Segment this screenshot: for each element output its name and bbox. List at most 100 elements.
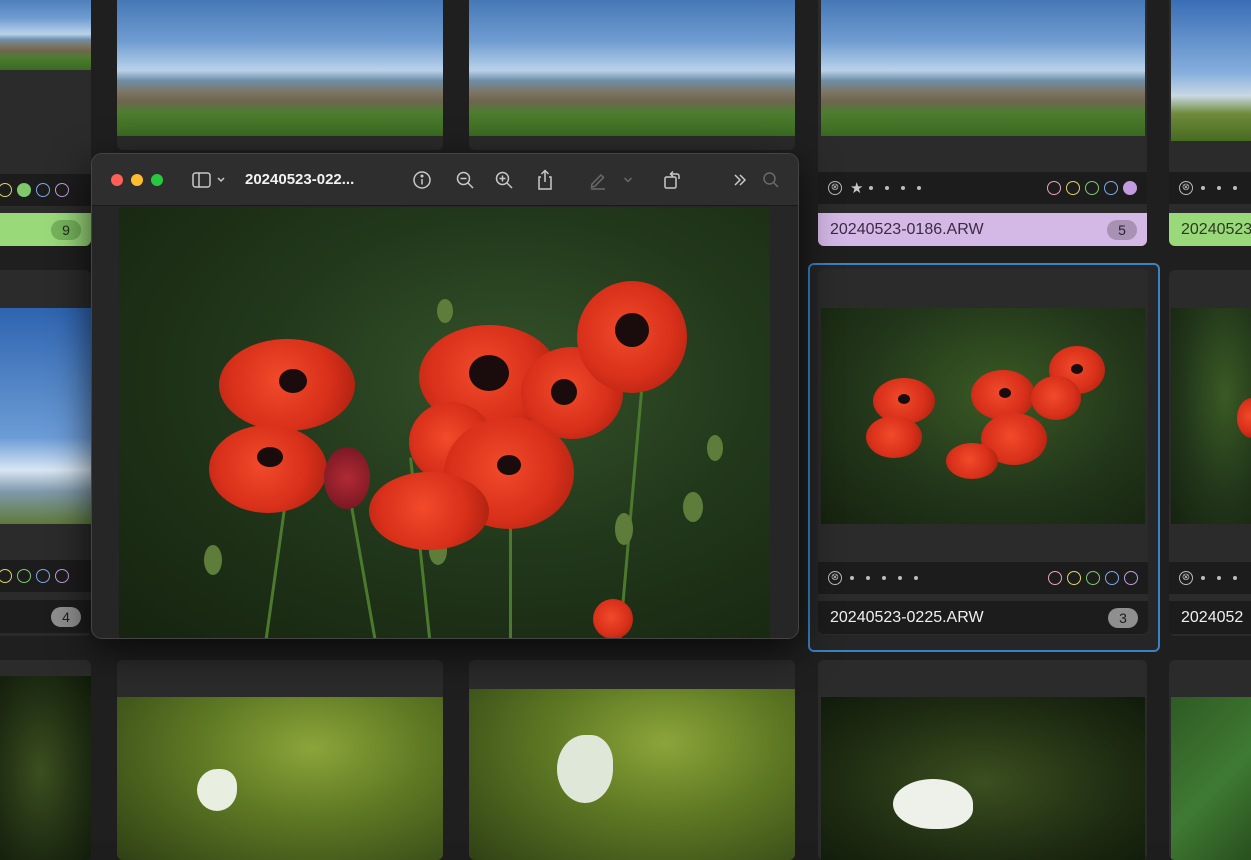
minimize-button[interactable] xyxy=(131,174,143,186)
reject-icon[interactable]: ⊗ xyxy=(828,181,842,195)
version-count-badge: 4 xyxy=(51,606,81,627)
sidebar-icon[interactable] xyxy=(190,168,226,192)
blue-label-icon[interactable] xyxy=(36,569,50,583)
rating-dot-icon[interactable] xyxy=(901,186,906,190)
purple-label-icon[interactable] xyxy=(55,569,69,583)
rating-dot-icon[interactable] xyxy=(869,186,874,190)
rating-dot-icon[interactable] xyxy=(1217,186,1221,190)
poppy-flower xyxy=(866,416,922,458)
green-label-icon[interactable] xyxy=(17,183,31,197)
thumbnail-image[interactable] xyxy=(1171,0,1251,141)
blue-label-icon[interactable] xyxy=(1104,181,1118,195)
thumbnail-image[interactable] xyxy=(821,697,1145,860)
quick-look-window[interactable]: 20240523-022... xyxy=(91,153,799,639)
grid-cell-top-right-1[interactable]: ⊗ ★ 20240523-0186.ARW 5 xyxy=(818,0,1147,246)
rating-dot-icon[interactable] xyxy=(1233,576,1237,580)
grid-cell-mid-right-2[interactable]: ⊗ 2024052 xyxy=(1169,270,1251,636)
rating-dot-icon[interactable] xyxy=(1201,576,1205,580)
share-icon[interactable] xyxy=(533,168,557,192)
poppy-center xyxy=(279,369,307,393)
rating-dot-icon[interactable] xyxy=(866,576,870,580)
red-label-icon[interactable] xyxy=(1047,181,1061,195)
search-icon[interactable] xyxy=(759,168,783,192)
filename-label: 20240523 xyxy=(1181,220,1251,238)
thumbnail-image[interactable] xyxy=(1171,697,1251,860)
poppy-flower xyxy=(369,472,489,550)
poppy-bud xyxy=(683,492,703,522)
rating-dot-icon[interactable] xyxy=(885,186,890,190)
thumbnail-image[interactable] xyxy=(1171,308,1251,524)
blue-label-icon[interactable] xyxy=(36,183,50,197)
metadata-row: ⊗ xyxy=(1169,562,1251,594)
grid-cell-bottom-left[interactable] xyxy=(0,660,91,860)
rating-dot-icon[interactable] xyxy=(898,576,902,580)
thumbnail-image[interactable] xyxy=(469,0,795,136)
grid-cell-top-mid-2[interactable] xyxy=(469,0,795,150)
thumbnail-image[interactable] xyxy=(0,676,91,860)
metadata-row: ⊗ xyxy=(818,562,1148,594)
rating-dot-icon[interactable] xyxy=(917,186,922,190)
red-label-icon[interactable] xyxy=(1048,571,1062,585)
thumbnail-image[interactable] xyxy=(821,0,1145,136)
thumbnail-image[interactable] xyxy=(0,308,91,524)
markup-icon[interactable] xyxy=(586,168,610,192)
rating-dot-icon[interactable] xyxy=(914,576,918,580)
blue-label-icon[interactable] xyxy=(1105,571,1119,585)
green-label-icon[interactable] xyxy=(1086,571,1100,585)
info-icon[interactable] xyxy=(410,168,434,192)
grid-cell-bottom-mid-1[interactable] xyxy=(117,660,443,860)
filename-bar: 4 xyxy=(0,600,91,633)
metadata-row: ⊗ ★ xyxy=(818,172,1147,204)
grid-cell-top-left[interactable]: 9 xyxy=(0,0,91,246)
thumbnail-image[interactable] xyxy=(469,689,795,860)
reject-icon[interactable]: ⊗ xyxy=(828,571,842,585)
grid-cell-bottom-right-1[interactable] xyxy=(818,660,1147,860)
thumbnail-image[interactable] xyxy=(0,0,91,70)
thumbnail-image[interactable] xyxy=(117,697,443,860)
purple-label-icon[interactable] xyxy=(55,183,69,197)
star-icon[interactable]: ★ xyxy=(850,179,863,197)
rating-dot-icon[interactable] xyxy=(850,576,854,580)
zoom-out-icon[interactable] xyxy=(453,168,477,192)
poppy-center xyxy=(898,394,910,404)
reject-icon[interactable]: ⊗ xyxy=(1179,181,1193,195)
rotate-icon[interactable] xyxy=(660,168,684,192)
rating-dot-icon[interactable] xyxy=(1233,186,1237,190)
yellow-label-icon[interactable] xyxy=(1066,181,1080,195)
grid-cell-bottom-right-2[interactable] xyxy=(1169,660,1251,860)
grid-cell-top-mid-1[interactable] xyxy=(117,0,443,150)
yellow-label-icon[interactable] xyxy=(1067,571,1081,585)
yellow-label-icon[interactable] xyxy=(0,569,12,583)
poppy-flower xyxy=(1031,376,1081,420)
preview-image[interactable] xyxy=(119,207,770,638)
poppy-flower xyxy=(946,443,998,479)
reject-icon[interactable]: ⊗ xyxy=(1179,571,1193,585)
green-label-icon[interactable] xyxy=(1085,181,1099,195)
thumbnail-image[interactable] xyxy=(117,0,443,136)
poppy-flower xyxy=(1237,398,1251,438)
rating-dot-icon[interactable] xyxy=(1217,576,1221,580)
green-label-icon[interactable] xyxy=(17,569,31,583)
grid-cell-selected[interactable]: ⊗ 20240523-0225.ARW 3 xyxy=(808,263,1160,652)
poppy-flower xyxy=(324,447,370,509)
rating-dot-icon[interactable] xyxy=(882,576,886,580)
butterfly xyxy=(197,769,237,811)
rating-dot-icon[interactable] xyxy=(1201,186,1205,190)
grid-cell-top-right-2[interactable]: ⊗ 20240523 xyxy=(1169,0,1251,246)
purple-label-icon[interactable] xyxy=(1123,181,1137,195)
chevron-down-icon[interactable] xyxy=(620,168,636,192)
grid-cell-bottom-mid-2[interactable] xyxy=(469,660,795,860)
zoom-button[interactable] xyxy=(151,174,163,186)
color-labels xyxy=(1048,571,1138,585)
zoom-in-icon[interactable] xyxy=(492,168,516,192)
filename-bar: 20240523-0186.ARW 5 xyxy=(818,213,1147,246)
chevron-double-right-icon[interactable] xyxy=(728,168,752,192)
purple-label-icon[interactable] xyxy=(1124,571,1138,585)
yellow-label-icon[interactable] xyxy=(0,183,12,197)
color-labels xyxy=(0,569,69,583)
butterfly xyxy=(557,735,613,803)
poppy-bud xyxy=(615,513,633,545)
close-button[interactable] xyxy=(111,174,123,186)
thumbnail-image[interactable] xyxy=(821,308,1145,524)
grid-cell-mid-left[interactable]: 4 xyxy=(0,270,91,636)
